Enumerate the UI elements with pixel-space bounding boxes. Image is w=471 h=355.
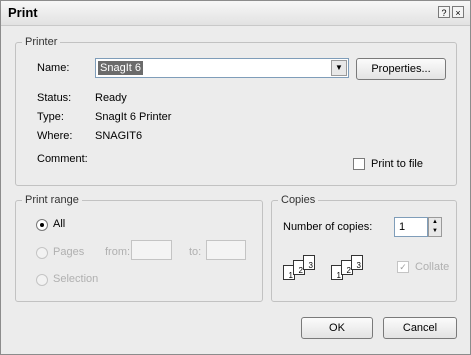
copies-group: Copies	[271, 194, 457, 302]
help-button[interactable]: ?	[438, 6, 450, 18]
print-dialog: Print ? × Printer Name: SnagIt 6 ▼ Prope…	[0, 0, 471, 355]
to-label: to:	[189, 246, 202, 258]
type-label: Type:	[37, 111, 64, 123]
printer-name-select[interactable]: SnagIt 6 ▼	[95, 58, 349, 78]
from-label: from:	[105, 246, 131, 258]
printer-legend: Printer	[25, 36, 58, 48]
comment-label: Comment:	[37, 153, 88, 165]
copies-legend: Copies	[281, 194, 316, 206]
page-icon: 3	[303, 255, 315, 270]
radio-all-label: All	[53, 218, 66, 230]
where-label: Where:	[37, 130, 73, 142]
radio-pages[interactable]	[36, 247, 48, 259]
status-value: Ready	[95, 92, 127, 104]
collate-icon-1: 1 2 3	[283, 255, 331, 285]
spin-up-icon[interactable]: ▲	[429, 218, 441, 227]
print-to-file-label: Print to file	[371, 158, 423, 170]
type-value: SnagIt 6 Printer	[95, 111, 172, 123]
spin-down-icon[interactable]: ▼	[429, 227, 441, 236]
ok-button[interactable]: OK	[301, 317, 373, 339]
to-input[interactable]	[206, 240, 246, 260]
collate-label: Collate	[415, 261, 450, 273]
chevron-down-icon[interactable]: ▼	[331, 60, 347, 76]
print-range-legend: Print range	[25, 194, 79, 206]
radio-selection[interactable]	[36, 274, 48, 286]
printer-name-value: SnagIt 6	[98, 61, 143, 75]
radio-selection-label: Selection	[53, 273, 99, 285]
collate-checkbox[interactable]: ✓	[397, 261, 409, 273]
properties-button[interactable]: Properties...	[356, 58, 446, 80]
number-of-copies-input[interactable]: 1	[394, 217, 428, 237]
cancel-button[interactable]: Cancel	[383, 317, 457, 339]
window-title: Print	[8, 5, 38, 20]
collate-icon-2: 1 2 3	[331, 255, 379, 285]
where-value: SNAGIT6	[95, 130, 143, 142]
radio-pages-label: Pages	[53, 246, 85, 258]
from-input[interactable]	[131, 240, 172, 260]
status-label: Status:	[37, 92, 72, 104]
page-icon: 3	[351, 255, 363, 270]
title-bar: Print ? ×	[1, 1, 470, 26]
print-to-file-checkbox[interactable]	[353, 158, 365, 170]
radio-all[interactable]	[36, 219, 48, 231]
number-of-copies-label: Number of copies:	[283, 221, 373, 233]
close-button[interactable]: ×	[452, 6, 464, 18]
copies-spinner[interactable]: ▲ ▼	[428, 217, 442, 237]
name-label: Name:	[37, 62, 70, 74]
